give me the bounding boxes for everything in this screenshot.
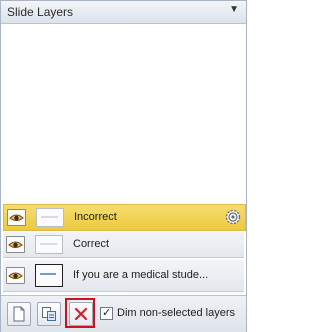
layer-row-medical-student[interactable]: If you are a medical stude... [3, 260, 244, 292]
layers-toolbar: ✓ Dim non-selected layers [1, 295, 246, 332]
dim-layers-label[interactable]: Dim non-selected layers [117, 307, 235, 319]
layer-thumbnail [36, 208, 64, 227]
layer-name: Incorrect [74, 211, 117, 223]
triangle-down-icon[interactable]: ▼ [229, 4, 239, 15]
new-layer-button[interactable] [7, 302, 31, 326]
delete-layer-button[interactable] [69, 302, 93, 326]
duplicate-layer-button[interactable] [37, 302, 61, 326]
gear-icon[interactable] [224, 208, 242, 226]
layer-thumbnail [35, 235, 63, 254]
layer-thumbnail [35, 264, 63, 287]
layers-list: Incorrect Correct If you are a medical s… [1, 202, 246, 293]
new-layer-icon [13, 306, 25, 322]
layer-name: Correct [73, 238, 110, 250]
dim-layers-checkbox[interactable]: ✓ [100, 307, 113, 320]
duplicate-layer-icon [42, 307, 56, 321]
panel-titlebar: Slide Layers ▼ [1, 1, 246, 24]
checkmark-icon: ✓ [102, 307, 112, 319]
layer-row-correct[interactable]: Correct [3, 232, 244, 258]
delete-layer-icon [74, 307, 88, 321]
eye-icon[interactable] [6, 267, 25, 284]
eye-icon[interactable] [7, 209, 26, 226]
eye-icon[interactable] [6, 236, 25, 253]
panel-title: Slide Layers [7, 5, 74, 19]
layer-name: If you are a medical stude... [73, 269, 209, 281]
delete-layer-highlight [65, 298, 95, 328]
slide-layers-panel: Slide Layers ▼ Incorrect Correct If you … [0, 0, 247, 332]
layers-empty-area [1, 24, 246, 202]
layer-row-incorrect[interactable]: Incorrect [3, 204, 246, 231]
